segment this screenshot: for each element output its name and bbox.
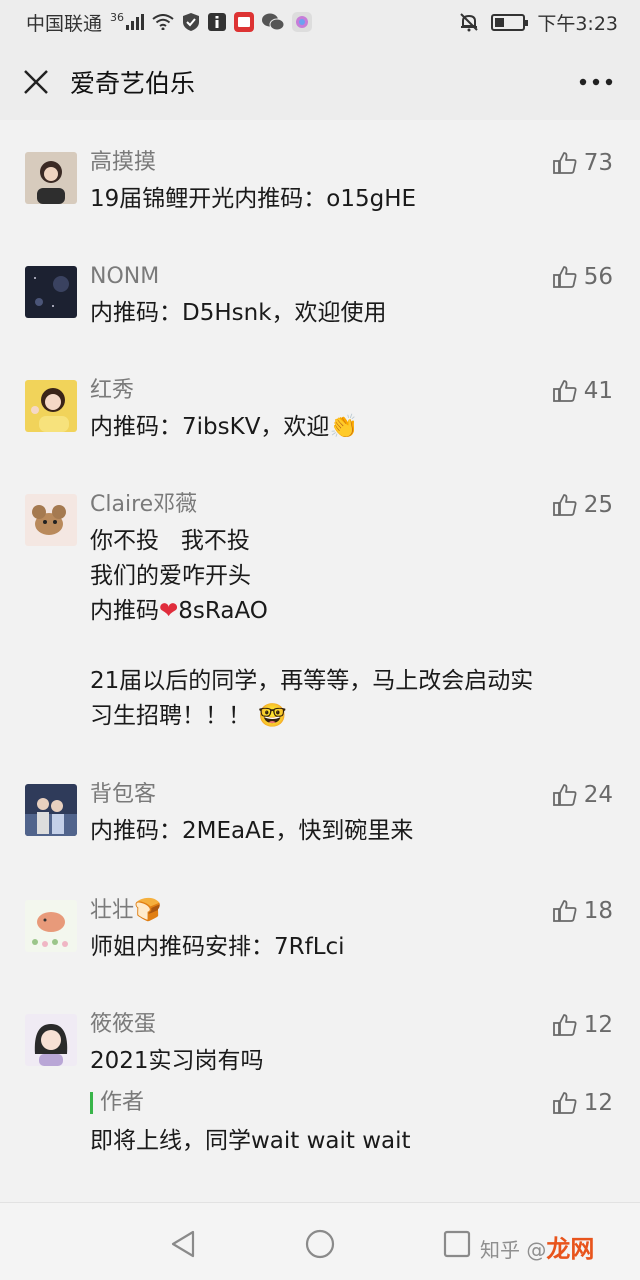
carrier-label: 中国联通	[26, 12, 103, 35]
home-button[interactable]	[303, 1227, 337, 1261]
comment-line: 你不投 我不投	[90, 528, 250, 554]
signal-icon	[126, 14, 145, 30]
like-button[interactable]: 25	[552, 490, 613, 520]
comment-text: 内推码：2MEaAE，快到碗里来	[90, 818, 414, 844]
nerd-emoji: 🤓	[258, 703, 287, 729]
thumbs-up-icon	[552, 1014, 577, 1036]
reply-author: 作者	[90, 1088, 144, 1118]
avatar[interactable]	[25, 494, 77, 546]
info-app-icon	[208, 13, 227, 31]
more-icon	[579, 78, 613, 86]
thumbs-up-icon	[552, 494, 577, 516]
thumbs-up-icon	[552, 784, 577, 806]
like-button[interactable]: 12	[552, 1010, 613, 1040]
home-circle-icon	[305, 1229, 335, 1259]
app-header: 爱奇艺伯乐	[0, 44, 640, 120]
clap-emoji: 👏	[329, 414, 359, 440]
like-button[interactable]: 56	[552, 262, 613, 292]
like-count: 18	[583, 898, 613, 924]
back-button[interactable]	[166, 1227, 200, 1261]
like-button[interactable]: 73	[552, 148, 613, 178]
comment-author[interactable]: 高摸摸	[90, 148, 156, 178]
wechat-icon	[262, 13, 285, 31]
system-nav-bar: 知乎 @龙网	[0, 1202, 640, 1280]
comment-line: 我们的爱咋开头	[90, 563, 251, 589]
comment-author[interactable]: NONM	[90, 262, 159, 292]
comment-text: 你不投 我不投 我们的爱咋开头 内推码❤8sRaAO 21届以后的同学，再等等，马上改…	[90, 524, 615, 734]
avatar[interactable]	[25, 152, 77, 204]
red-app-icon	[234, 12, 255, 32]
thumbs-up-icon	[552, 152, 577, 174]
comment-text: 2021实习岗有吗	[90, 1048, 264, 1074]
avatar[interactable]	[25, 900, 77, 952]
more-button[interactable]	[576, 66, 616, 98]
like-count: 12	[583, 1012, 613, 1038]
comment-author[interactable]: 红秀	[90, 376, 134, 406]
like-count: 56	[583, 264, 613, 290]
like-count: 25	[583, 492, 613, 518]
close-button[interactable]	[20, 66, 52, 98]
wifi-icon	[152, 14, 174, 30]
shield-icon	[182, 12, 200, 32]
comment-line: 习生招聘！！！ 🤓	[90, 703, 287, 729]
thumbs-up-icon	[552, 1092, 577, 1114]
comment-list[interactable]: 高摸摸 19届锦鲤开光内推码：o15gHE 73 NONM 内推码：D5Hsnk…	[0, 120, 640, 1202]
like-button[interactable]: 24	[552, 780, 613, 810]
comment-author[interactable]: 壮壮🍞	[90, 896, 161, 926]
comment-line: 内推码❤8sRaAO	[90, 598, 268, 624]
battery-icon	[491, 13, 529, 31]
avatar[interactable]	[25, 266, 77, 318]
comment-text: 19届锦鲤开光内推码：o15gHE	[90, 186, 417, 212]
thumbs-up-icon	[552, 380, 577, 402]
recent-square-icon	[443, 1230, 471, 1258]
comment-author[interactable]: 筱筱蛋	[90, 1010, 156, 1040]
comment-author[interactable]: 背包客	[90, 780, 156, 810]
close-icon	[24, 70, 48, 94]
like-button[interactable]: 41	[552, 376, 613, 406]
comment-author[interactable]: Claire邓薇	[90, 490, 197, 520]
battery-fill	[495, 17, 505, 27]
status-bar: 中国联通 36 下午3:23	[0, 0, 640, 44]
like-count: 73	[583, 150, 613, 176]
comment-text: 师姐内推码安排：7RfLci	[90, 934, 345, 960]
recent-apps-button[interactable]	[440, 1227, 474, 1261]
like-count: 12	[583, 1090, 613, 1116]
like-count: 41	[583, 378, 613, 404]
reply-text: 即将上线，同学wait wait wait	[90, 1128, 411, 1154]
network-type: 36	[110, 10, 125, 24]
comment-text: 内推码：D5Hsnk，欢迎使用	[90, 300, 387, 326]
thumbs-up-icon	[552, 900, 577, 922]
bread-emoji: 🍞	[134, 898, 162, 923]
mute-bell-icon	[459, 12, 479, 32]
page-title: 爱奇艺伯乐	[70, 69, 196, 98]
avatar[interactable]	[25, 784, 77, 836]
avatar[interactable]	[25, 380, 77, 432]
watermark: 知乎 @龙网	[480, 1235, 595, 1263]
like-button[interactable]: 18	[552, 896, 613, 926]
comment-text: 内推码：7ibsKV，欢迎👏	[90, 414, 359, 440]
like-count: 24	[583, 782, 613, 808]
avatar[interactable]	[25, 1014, 77, 1066]
thumbs-up-icon	[552, 266, 577, 288]
reply-like-button[interactable]: 12	[552, 1088, 613, 1118]
back-triangle-icon	[171, 1230, 195, 1258]
heart-emoji: ❤	[159, 598, 179, 624]
comment-line: 21届以后的同学，再等等，马上改会启动实	[90, 668, 534, 694]
clock: 下午3:23	[537, 12, 618, 35]
photos-app-icon	[292, 12, 313, 32]
